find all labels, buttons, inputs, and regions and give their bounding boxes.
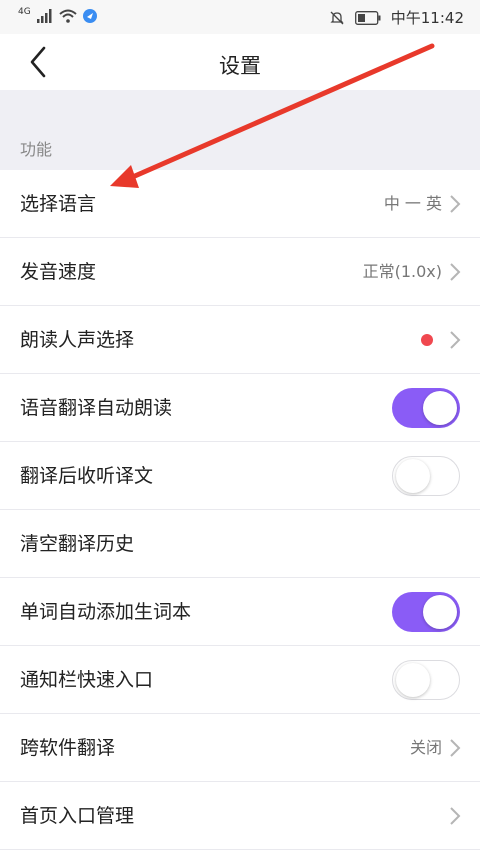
chevron-right-icon xyxy=(450,263,461,281)
toggle-knob xyxy=(423,391,457,425)
chevron-right-icon xyxy=(450,195,461,213)
row-value: 中 一 英 xyxy=(383,194,442,213)
row-label: 发音速度 xyxy=(20,261,97,283)
row-label: 语音翻译自动朗读 xyxy=(20,397,173,419)
setting-row-notification-entry: 通知栏快速入口 xyxy=(0,646,480,714)
row-label: 通知栏快速入口 xyxy=(20,669,154,691)
setting-row-auto-read: 语音翻译自动朗读 xyxy=(0,374,480,442)
listen-translation-toggle[interactable] xyxy=(392,456,460,496)
chevron-right-icon xyxy=(450,331,461,349)
settings-list: 选择语言 中 一 英 发音速度 正常(1.0x) 朗读人声选择 语音翻译自动朗读… xyxy=(0,170,480,850)
signal-icon xyxy=(36,9,52,23)
setting-row-language[interactable]: 选择语言 中 一 英 xyxy=(0,170,480,238)
section-label: 功能 xyxy=(20,140,53,159)
section-header: 功能 xyxy=(0,90,480,170)
setting-row-vocab-book: 单词自动添加生词本 xyxy=(0,578,480,646)
status-right: 中午11:42 xyxy=(329,7,464,28)
status-left: 4G xyxy=(18,7,97,23)
setting-row-cross-app[interactable]: 跨软件翻译 关闭 xyxy=(0,714,480,782)
toggle-knob xyxy=(423,595,457,629)
row-label: 单词自动添加生词本 xyxy=(20,601,192,623)
setting-row-speed[interactable]: 发音速度 正常(1.0x) xyxy=(0,238,480,306)
row-label: 首页入口管理 xyxy=(20,805,135,827)
status-bar: 4G 中午11:42 xyxy=(0,0,480,34)
toggle-knob xyxy=(396,663,430,697)
setting-row-home-entry[interactable]: 首页入口管理 xyxy=(0,782,480,850)
app-notification-icon xyxy=(82,9,97,23)
nav-bar: 设置 xyxy=(0,34,480,90)
vocab-book-toggle[interactable] xyxy=(392,592,460,632)
setting-row-voice[interactable]: 朗读人声选择 xyxy=(0,306,480,374)
chevron-right-icon xyxy=(450,739,461,757)
new-badge-dot xyxy=(421,334,433,346)
setting-row-clear-history[interactable]: 清空翻译历史 xyxy=(0,510,480,578)
auto-read-toggle[interactable] xyxy=(392,388,460,428)
page-title: 设置 xyxy=(219,54,261,78)
wifi-icon xyxy=(59,9,77,23)
row-label: 选择语言 xyxy=(20,193,97,215)
toggle-knob xyxy=(396,459,430,493)
row-value: 关闭 xyxy=(409,738,442,757)
network-type: 4G xyxy=(18,7,31,17)
row-label: 清空翻译历史 xyxy=(20,533,135,555)
setting-row-listen-translation: 翻译后收听译文 xyxy=(0,442,480,510)
row-label: 跨软件翻译 xyxy=(20,737,116,759)
row-value: 正常(1.0x) xyxy=(362,262,442,281)
status-time: 中午11:42 xyxy=(390,9,464,27)
row-label: 朗读人声选择 xyxy=(20,329,135,351)
row-label: 翻译后收听译文 xyxy=(20,465,154,487)
notification-entry-toggle[interactable] xyxy=(392,660,460,700)
mute-bell-icon xyxy=(330,11,344,24)
chevron-right-icon xyxy=(450,807,461,825)
battery-icon xyxy=(354,10,381,25)
